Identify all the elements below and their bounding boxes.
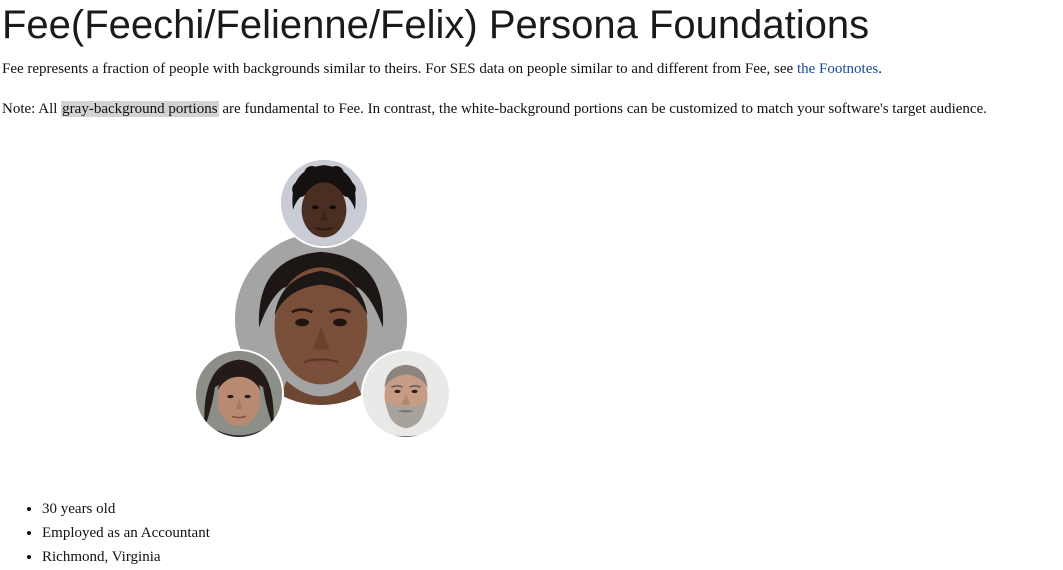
note-suffix: are fundamental to Fee. In contrast, the… (218, 101, 987, 117)
note-prefix: Note: All (2, 101, 62, 117)
persona-photo-felienne (194, 349, 284, 439)
right-face-illustration (363, 351, 449, 437)
persona-photo-cluster (190, 155, 460, 445)
gray-background-highlight: gray-background portions (61, 101, 219, 117)
left-face-illustration (196, 351, 282, 437)
fact-location: Richmond, Virginia (42, 545, 210, 569)
persona-facts-list: 30 years old Employed as an Accountant R… (0, 497, 210, 569)
top-face-illustration (281, 160, 367, 246)
fact-age: 30 years old (42, 497, 210, 521)
intro-text-start: Fee represents a fraction of people with… (2, 61, 797, 77)
persona-photo-feechi (279, 158, 369, 248)
persona-photo-felix (361, 349, 451, 439)
intro-text: Fee represents a fraction of people with… (2, 59, 882, 79)
fact-occupation: Employed as an Accountant (42, 521, 210, 545)
intro-text-end: . (878, 61, 882, 77)
note-text: Note: All gray-background portions are f… (2, 99, 987, 119)
footnotes-link[interactable]: the Footnotes (797, 61, 878, 77)
page-title: Fee(Feechi/Felienne/Felix) Persona Found… (2, 3, 870, 47)
